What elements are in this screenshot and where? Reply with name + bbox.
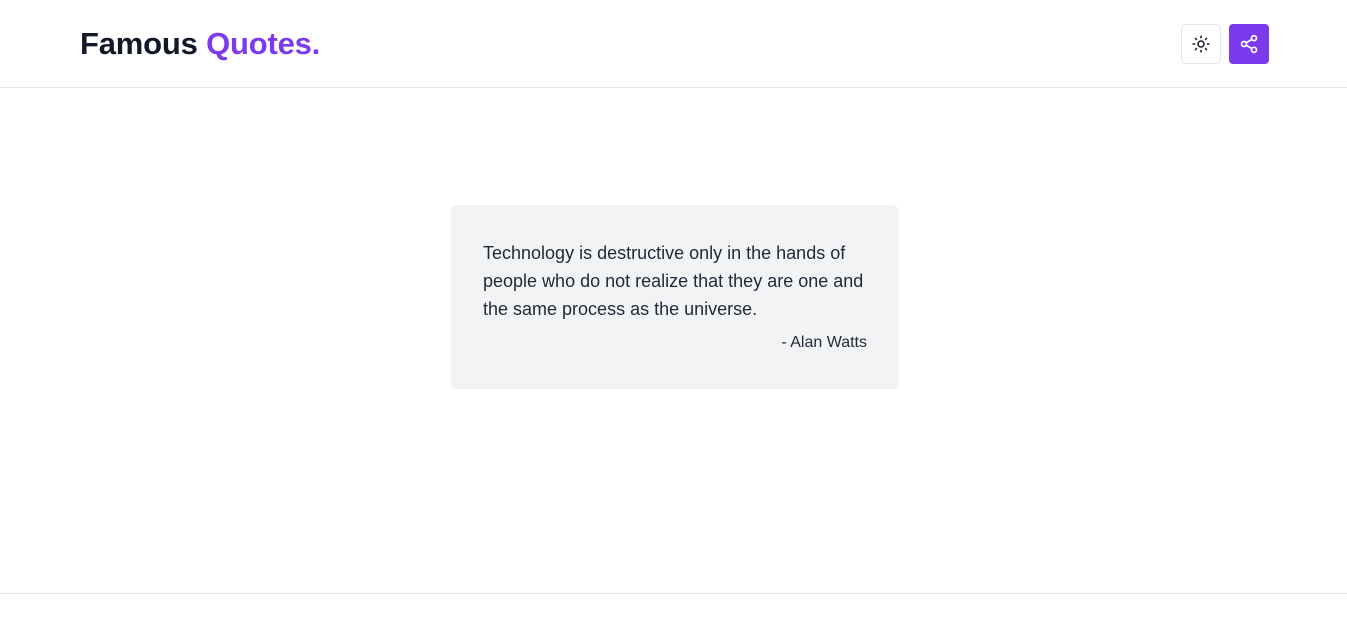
share-button[interactable] (1229, 24, 1269, 64)
quote-author: - Alan Watts (781, 334, 867, 351)
footer-divider (0, 593, 1347, 594)
share-icon (1240, 34, 1258, 54)
site-logo[interactable]: Famous Quotes. (80, 25, 320, 63)
quote-card: Technology is destructive only in the ha… (451, 205, 899, 389)
theme-toggle-button[interactable] (1181, 24, 1221, 64)
brand-main-text: Famous (80, 26, 198, 61)
quote-text: Technology is destructive only in the ha… (483, 243, 864, 319)
brand-accent-text: Quotes. (206, 26, 321, 61)
sun-icon (1192, 35, 1210, 53)
site-header: Famous Quotes. (0, 0, 1347, 88)
